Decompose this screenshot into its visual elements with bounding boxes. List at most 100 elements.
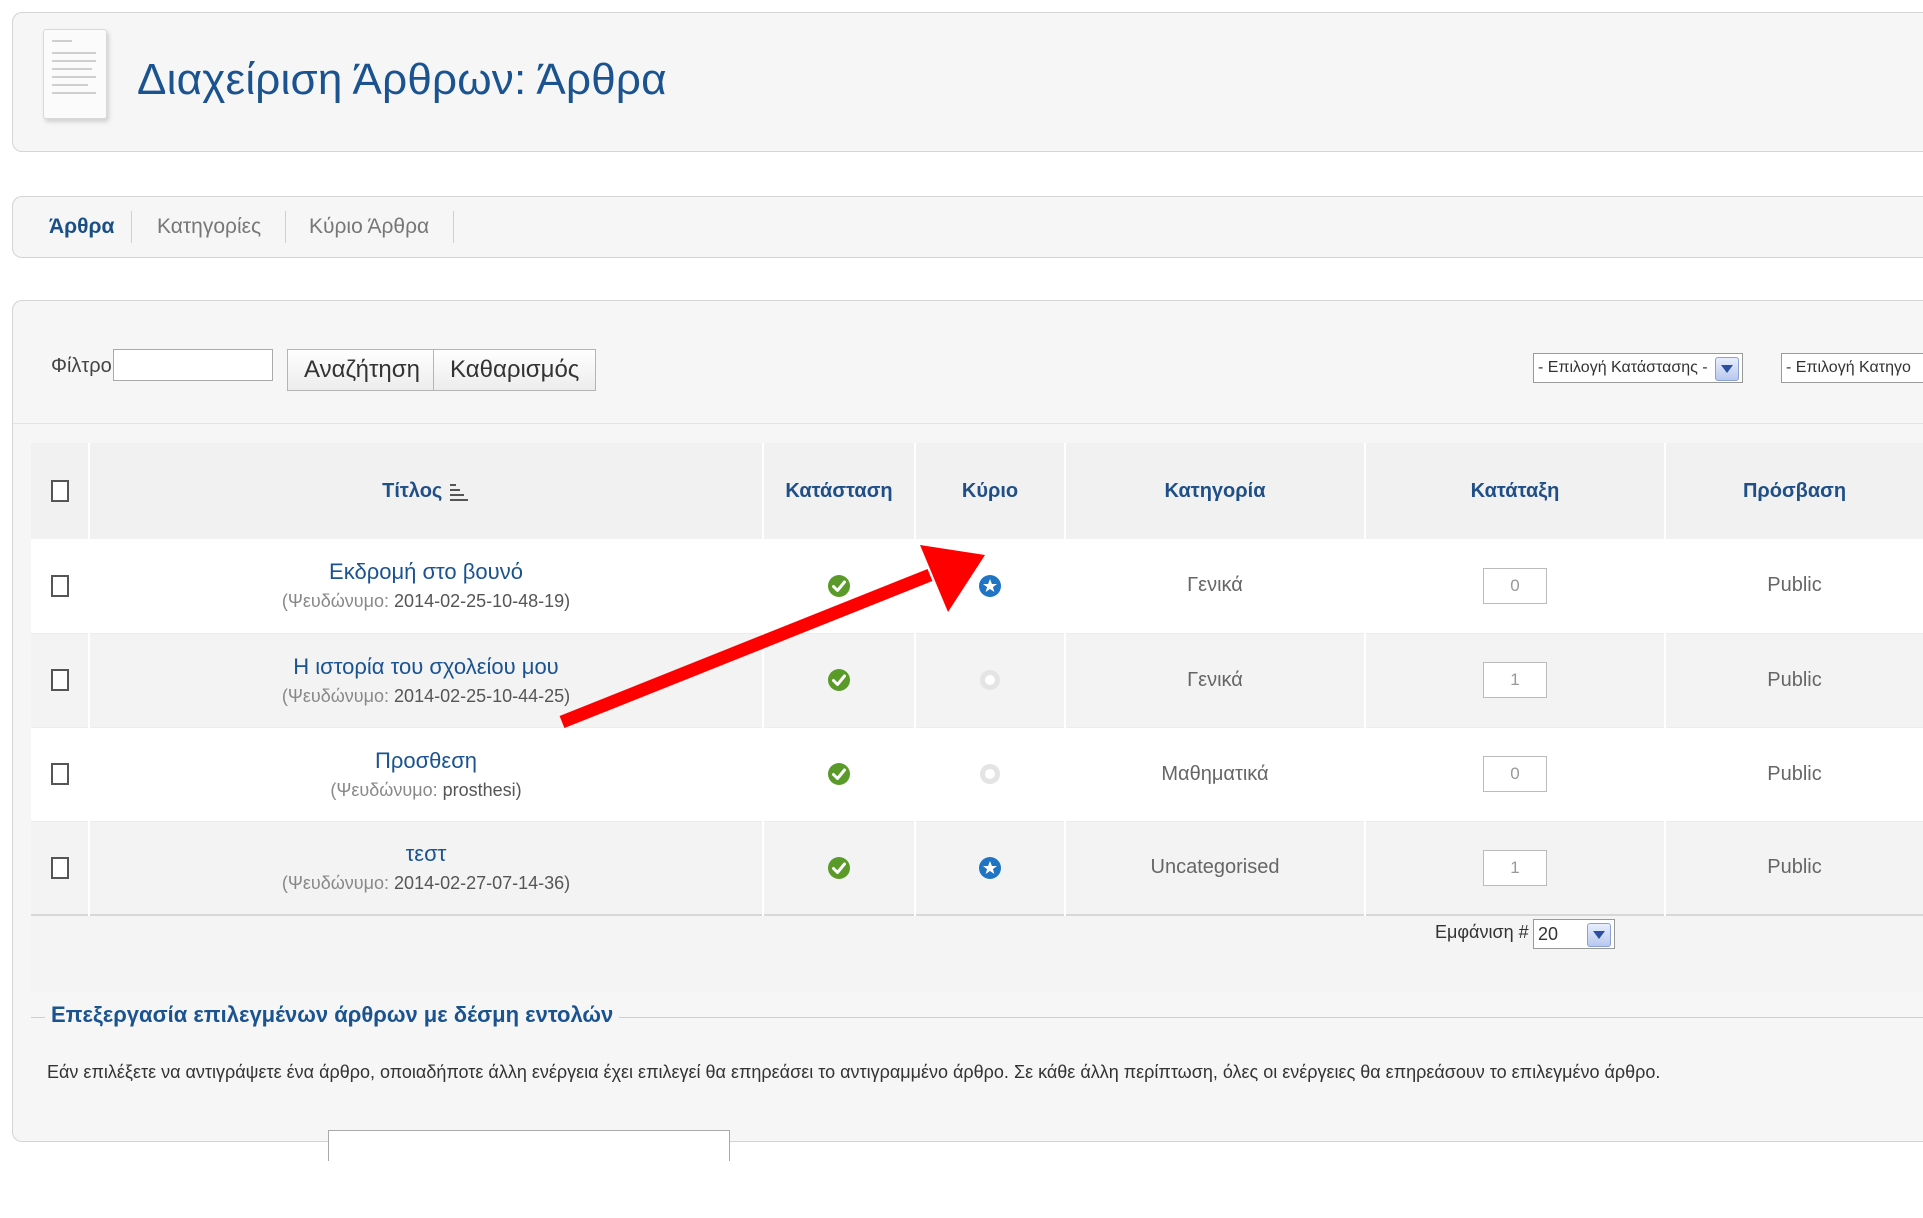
unfeatured-icon[interactable] [978, 668, 1002, 692]
row-checkbox[interactable] [50, 763, 69, 786]
ordering-input[interactable]: 1 [1483, 662, 1547, 698]
tab-separator [453, 211, 454, 243]
tab-categories[interactable]: Κατηγορίες [157, 215, 261, 239]
ordering-cell: 1 [1365, 821, 1666, 916]
row-checkbox[interactable] [50, 856, 69, 879]
featured-star-icon[interactable] [978, 574, 1002, 598]
batch-legend: Επεξεργασία επιλεγμένων άρθρων με δέσμη … [45, 1002, 620, 1028]
tab-featured[interactable]: Κύριο Άρθρα [309, 215, 429, 239]
featured-star-icon[interactable] [978, 856, 1002, 880]
column-category[interactable]: Κατηγορία [1065, 443, 1366, 539]
category-cell: Μαθηματικά [1065, 727, 1366, 822]
access-cell: Public [1665, 539, 1923, 634]
status-cell [763, 821, 916, 916]
alias-value: 2014-02-25-10-44-25) [394, 685, 571, 706]
alias-value: 2014-02-27-07-14-36) [394, 873, 571, 894]
title-cell: Η ιστορία του σχολείου μου (Ψευδώνυμο: 20… [89, 633, 764, 728]
published-check-icon[interactable] [827, 762, 851, 786]
batch-fieldset: Επεξεργασία επιλεγμένων άρθρων με δέσμη … [31, 1002, 1923, 1218]
status-cell [763, 727, 916, 822]
table-footer-row [31, 914, 1923, 992]
access-cell: Public [1665, 727, 1923, 822]
title-cell: τεστ (Ψευδώνυμο: 2014-02-27-07-14-36) [89, 821, 764, 916]
column-title[interactable]: Τίτλος [89, 443, 764, 539]
ordering-input[interactable]: 1 [1483, 849, 1547, 886]
display-limit-value: 20 [1538, 924, 1559, 944]
table-row: Εκδρομή στο βουνό (Ψευδώνυμο: 2014-02-25-… [31, 539, 1923, 634]
article-title-link[interactable]: Εκδρομή στο βουνό [90, 559, 762, 585]
batch-select[interactable] [328, 1130, 730, 1161]
clear-button[interactable]: Καθαρισμός [433, 349, 597, 391]
column-ordering[interactable]: Κατάταξη [1365, 443, 1666, 539]
published-check-icon[interactable] [827, 856, 851, 880]
ordering-input[interactable]: 0 [1483, 756, 1547, 792]
table-footer [31, 914, 1923, 992]
chevron-down-icon [1587, 923, 1612, 947]
table-header-row: Τίτλος Κατάσταση Κύριο Κατηγορία Κατάταξ… [31, 443, 1923, 539]
ordering-input[interactable]: 0 [1483, 567, 1547, 604]
article-alias: (Ψευδώνυμο: 2014-02-25-10-44-25) [90, 686, 762, 707]
table-row: τεστ (Ψευδώνυμο: 2014-02-27-07-14-36) Unca… [31, 821, 1923, 916]
table-row: Προσθεση (Ψευδώνυμο: prosthesi) Μαθηματικά… [31, 727, 1923, 822]
page-header: Διαχείριση Άρθρων: Άρθρα [12, 12, 1923, 152]
category-cell: Γενικά [1065, 539, 1366, 634]
article-alias: (Ψευδώνυμο: 2014-02-27-07-14-36) [90, 873, 762, 894]
alias-label: (Ψευδώνυμο: [281, 591, 390, 612]
ordering-cell: 0 [1365, 539, 1666, 634]
batch-description: Εάν επιλέξετε να αντιγράψετε ένα άρθρο, … [47, 1062, 1661, 1082]
featured-cell [915, 727, 1066, 822]
category-select-value: - Επιλογή Κατηγο [1786, 359, 1911, 376]
column-status[interactable]: Κατάσταση [763, 443, 916, 539]
alias-value: 2014-02-25-10-48-19) [394, 591, 571, 612]
filter-label: Φίλτρο: [51, 355, 118, 377]
column-featured[interactable]: Κύριο [915, 443, 1066, 539]
row-select-cell [31, 539, 90, 634]
status-select[interactable]: - Επιλογή Κατάστασης - [1533, 353, 1743, 383]
row-checkbox[interactable] [50, 669, 69, 692]
search-button[interactable]: Αναζήτηση [287, 349, 437, 391]
article-title-link[interactable]: Προσθεση [90, 748, 762, 774]
category-cell: Γενικά [1065, 633, 1366, 728]
article-title-link[interactable]: τεστ [90, 841, 762, 867]
title-cell: Εκδρομή στο βουνό (Ψευδώνυμο: 2014-02-25-… [89, 539, 764, 634]
alias-value: prosthesi) [442, 779, 522, 800]
title-cell: Προσθεση (Ψευδώνυμο: prosthesi) [89, 727, 764, 822]
status-select-value: - Επιλογή Κατάστασης - [1538, 359, 1708, 376]
status-cell [763, 539, 916, 634]
status-cell [763, 633, 916, 728]
alias-label: (Ψευδώνυμο: [281, 685, 390, 706]
category-select[interactable]: - Επιλογή Κατηγο [1781, 353, 1923, 383]
tab-articles[interactable]: Άρθρα [49, 215, 114, 239]
page-title: Διαχείριση Άρθρων: Άρθρα [137, 55, 667, 104]
document-icon [43, 29, 107, 119]
column-access[interactable]: Πρόσβαση [1665, 443, 1923, 539]
divider [13, 423, 1923, 424]
display-limit-select[interactable]: 20 [1533, 919, 1616, 949]
display-label: Εμφάνιση # [1435, 922, 1529, 943]
tab-separator [285, 211, 286, 243]
tab-separator [131, 211, 132, 243]
display-limit: Εμφάνιση # 20 [1435, 919, 1616, 949]
article-title-link[interactable]: Η ιστορία του σχολείου μου [90, 654, 762, 680]
article-alias: (Ψευδώνυμο: prosthesi) [90, 780, 762, 801]
published-check-icon[interactable] [827, 668, 851, 692]
sort-icon [449, 484, 468, 502]
select-all-checkbox[interactable] [50, 480, 69, 503]
row-select-cell [31, 633, 90, 728]
row-checkbox[interactable] [50, 574, 69, 597]
published-check-icon[interactable] [827, 574, 851, 598]
access-cell: Public [1665, 821, 1923, 916]
alias-label: (Ψευδώνυμο: [330, 779, 438, 800]
filter-input[interactable] [113, 349, 273, 381]
featured-cell [915, 633, 1066, 728]
featured-cell [915, 821, 1066, 916]
chevron-down-icon [1715, 357, 1739, 381]
ordering-cell: 1 [1365, 633, 1666, 728]
access-cell: Public [1665, 633, 1923, 728]
row-select-cell [31, 821, 90, 916]
row-select-cell [31, 727, 90, 822]
article-alias: (Ψευδώνυμο: 2014-02-25-10-48-19) [90, 591, 762, 612]
unfeatured-icon[interactable] [978, 762, 1002, 786]
table-row: Η ιστορία του σχολείου μου (Ψευδώνυμο: 20… [31, 633, 1923, 728]
articles-panel: Φίλτρο: Αναζήτηση Καθαρισμός - Επιλογή Κ… [12, 300, 1923, 1142]
